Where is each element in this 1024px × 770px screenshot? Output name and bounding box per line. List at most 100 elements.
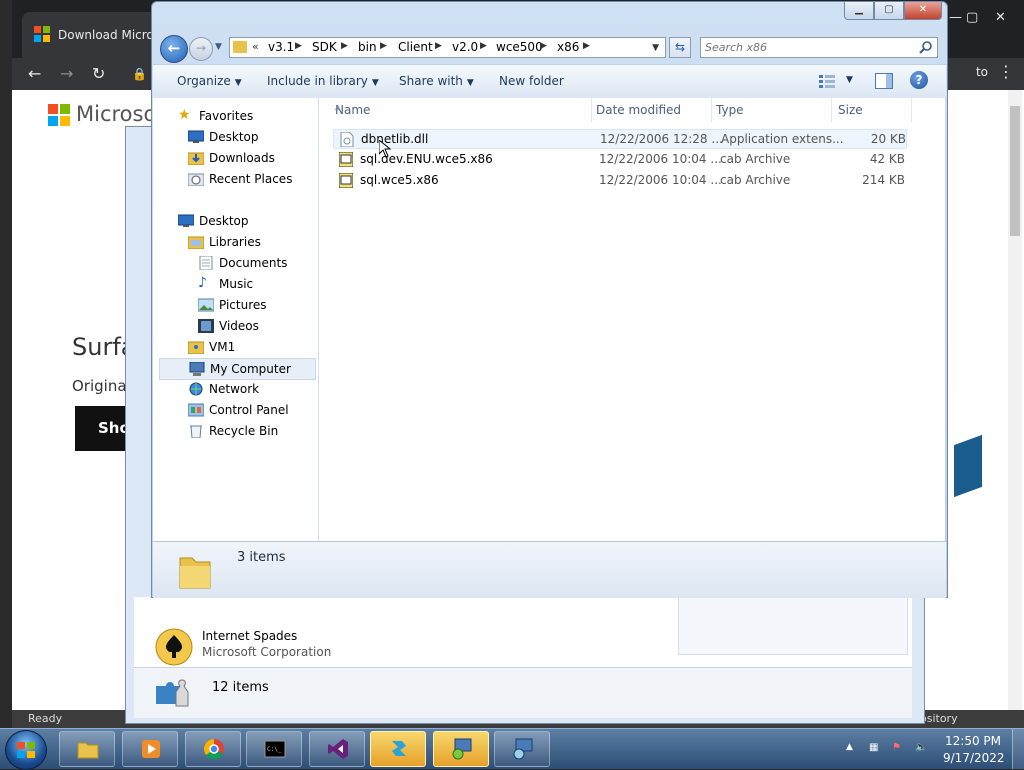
dll-file-icon: [340, 132, 354, 147]
minimize-button[interactable]: ▁: [844, 2, 874, 20]
breadcrumb-arrow-icon[interactable]: ▶: [435, 41, 442, 51]
taskbar-app-button-active[interactable]: [370, 731, 426, 767]
change-view-icon[interactable]: [819, 74, 835, 88]
share-with-button[interactable]: Share with ▼: [399, 74, 474, 88]
file-type: cab Archive: [720, 152, 791, 166]
breadcrumb-item[interactable]: bin: [358, 40, 377, 54]
breadcrumb-arrow-icon[interactable]: ▶: [540, 41, 547, 51]
help-icon[interactable]: ?: [910, 71, 928, 89]
tree-label: Downloads: [209, 151, 275, 165]
taskbar-device-manager-button[interactable]: [494, 731, 550, 767]
breadcrumb-item[interactable]: wce500: [496, 40, 543, 54]
taskbar-explorer-button[interactable]: [59, 731, 115, 767]
music-icon: ♪: [198, 275, 207, 291]
chrome-close-button[interactable]: ✕: [995, 10, 1006, 25]
start-button[interactable]: [5, 730, 47, 770]
search-input[interactable]: [705, 39, 905, 56]
reload-icon[interactable]: ↻: [92, 64, 105, 83]
blue-app-icon: [392, 741, 406, 756]
action-center-icon[interactable]: ⚑: [892, 742, 906, 754]
chevron-down-icon: ▼: [371, 78, 379, 88]
command-bar: Organize ▼ Include in library ▼ Share with…: [153, 64, 946, 99]
column-header-size[interactable]: Size: [832, 98, 912, 122]
preview-pane-icon[interactable]: [875, 73, 893, 89]
scrollbar-thumb[interactable]: [1010, 106, 1020, 236]
tree-my-computer[interactable]: My Computer: [159, 358, 316, 380]
tree-label: Favorites: [199, 109, 254, 123]
network-tray-icon[interactable]: ▦: [869, 742, 883, 754]
show-desktop-button[interactable]: [1012, 729, 1024, 769]
column-header-type[interactable]: Type: [712, 98, 832, 122]
folder-icon: [233, 41, 247, 53]
chrome-tab[interactable]: Download Micros: [22, 12, 172, 58]
maximize-button[interactable]: ▢: [874, 2, 904, 20]
file-row[interactable]: dbnetlib.dll 12/22/2006 12:28 ... Applic…: [333, 129, 907, 149]
volume-icon[interactable]: 🔈: [915, 742, 929, 754]
search-icon[interactable]: [919, 40, 933, 54]
file-name: dbnetlib.dll: [361, 132, 429, 146]
column-size-label: Size: [838, 103, 863, 117]
refresh-button[interactable]: ⇆: [669, 37, 691, 58]
chrome-minimize-button[interactable]: —: [949, 10, 962, 25]
recent-places-icon: [188, 173, 204, 186]
libraries-icon: [188, 236, 204, 249]
chevron-down-icon: ▼: [466, 78, 474, 88]
surface-device-image: [954, 434, 982, 498]
breadcrumb-item[interactable]: SDK: [312, 40, 337, 54]
breadcrumb-arrow-icon[interactable]: ▶: [480, 41, 487, 51]
chrome-maximize-button[interactable]: ▢: [966, 10, 978, 25]
star-icon: ★: [178, 107, 191, 123]
taskbar-visual-studio-button[interactable]: [309, 731, 365, 767]
breadcrumb-item[interactable]: v3.1: [268, 40, 294, 54]
status-right-text: ository: [920, 712, 958, 725]
control-panel-icon: [188, 403, 204, 417]
clock-time[interactable]: 12:50 PM: [943, 734, 1003, 748]
windows-logo-icon: [17, 742, 35, 758]
taskbar-chrome-button[interactable]: [185, 731, 241, 767]
page-scrollbar[interactable]: [1008, 90, 1022, 710]
taskbar-media-player-button[interactable]: [122, 731, 178, 767]
column-header-name[interactable]: Name ▲: [319, 98, 592, 122]
file-row[interactable]: sql.wce5.x86 12/22/2006 10:04 ... cab Ar…: [333, 171, 907, 191]
file-row[interactable]: sql.dev.ENU.wce5.x86 12/22/2006 10:04 ..…: [333, 150, 907, 170]
back-arrow-icon[interactable]: ←: [28, 64, 41, 83]
breadcrumb-arrow-icon[interactable]: ▶: [295, 41, 302, 51]
forward-button[interactable]: →: [189, 37, 213, 61]
breadcrumb-arrow-icon[interactable]: ▶: [380, 41, 387, 51]
taskbar-remote-desktop-button[interactable]: [433, 731, 489, 767]
breadcrumb-item[interactable]: x86: [557, 40, 579, 54]
menu-kebab-icon[interactable]: ⋮: [998, 62, 1014, 81]
organize-button[interactable]: Organize ▼: [177, 74, 242, 88]
search-box[interactable]: [700, 37, 938, 58]
breadcrumb-item[interactable]: Client: [398, 40, 433, 54]
breadcrumb-arrow-icon[interactable]: ▶: [341, 41, 348, 51]
tree-label: Control Panel: [209, 403, 289, 417]
file-date: 12/22/2006 12:28 ...: [600, 132, 723, 146]
show-hidden-icons-icon[interactable]: ▲: [846, 742, 860, 754]
file-type: cab Archive: [720, 173, 791, 187]
chrome-tab-title: Download Micros: [58, 28, 161, 42]
close-button[interactable]: ✕: [904, 2, 942, 20]
recent-pages-dropdown[interactable]: ▼: [215, 42, 222, 52]
address-bar[interactable]: « v3.1 ▶ SDK ▶ bin ▶ Client ▶ v2.0 ▶ wce…: [229, 37, 666, 58]
user-folder-icon: [188, 341, 204, 354]
breadcrumb-overflow[interactable]: «: [252, 40, 259, 53]
forward-arrow-icon[interactable]: →: [60, 64, 73, 83]
taskbar-command-prompt-button[interactable]: C:\_: [246, 731, 302, 767]
media-player-icon: [142, 740, 160, 758]
profile-button[interactable]: to: [976, 65, 988, 79]
new-folder-button[interactable]: New folder: [499, 74, 564, 88]
breadcrumb-item[interactable]: v2.0: [452, 40, 478, 54]
back-button[interactable]: ←: [160, 35, 188, 63]
column-header-date[interactable]: Date modified: [592, 98, 712, 122]
clock-date[interactable]: 9/17/2022: [943, 751, 1005, 765]
desktop-icon: [188, 130, 204, 143]
remote-desktop-icon: [452, 738, 472, 760]
file-date: 12/22/2006 10:04 ...: [599, 152, 722, 166]
microsoft-logo-icon: [48, 104, 70, 126]
view-dropdown-icon[interactable]: ▼: [846, 75, 853, 85]
address-dropdown-icon[interactable]: ▼: [652, 43, 659, 53]
breadcrumb-arrow-icon[interactable]: ▶: [583, 41, 590, 51]
include-library-button[interactable]: Include in library ▼: [267, 74, 379, 88]
desktop-icon: [178, 214, 194, 227]
